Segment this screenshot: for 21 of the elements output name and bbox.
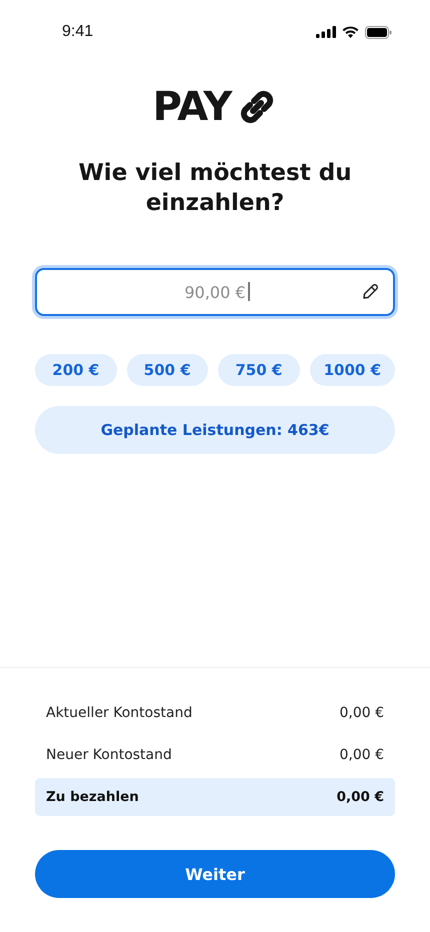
continue-button[interactable]: Weiter <box>35 850 395 898</box>
summary-value: 0,00 € <box>339 747 384 763</box>
amount-chip[interactable]: 750 € <box>218 354 300 386</box>
battery-icon <box>365 26 392 38</box>
pencil-icon <box>361 283 379 301</box>
amount-chip[interactable]: 1000 € <box>310 354 396 386</box>
page-heading: Wie viel möchtest du einzahlen? <box>77 159 353 218</box>
planned-services-button[interactable]: Geplante Leistungen: 463€ <box>35 406 395 454</box>
summary-label: Neuer Kontostand <box>46 747 172 763</box>
summary-value: 0,00 € <box>336 789 384 805</box>
signal-icon <box>316 26 336 38</box>
amount-chip[interactable]: 200 € <box>35 354 117 386</box>
summary-label: Zu bezahlen <box>46 789 139 805</box>
summary-value: 0,00 € <box>339 705 384 721</box>
logo-text: PAY <box>152 84 232 130</box>
summary-label: Aktueller Kontostand <box>46 705 192 721</box>
text-cursor <box>248 282 250 301</box>
wifi-icon <box>342 26 359 38</box>
status-time: 9:41 <box>62 23 94 41</box>
amount-field[interactable]: 90,00 € <box>35 268 395 316</box>
amount-chip[interactable]: 500 € <box>126 354 208 386</box>
